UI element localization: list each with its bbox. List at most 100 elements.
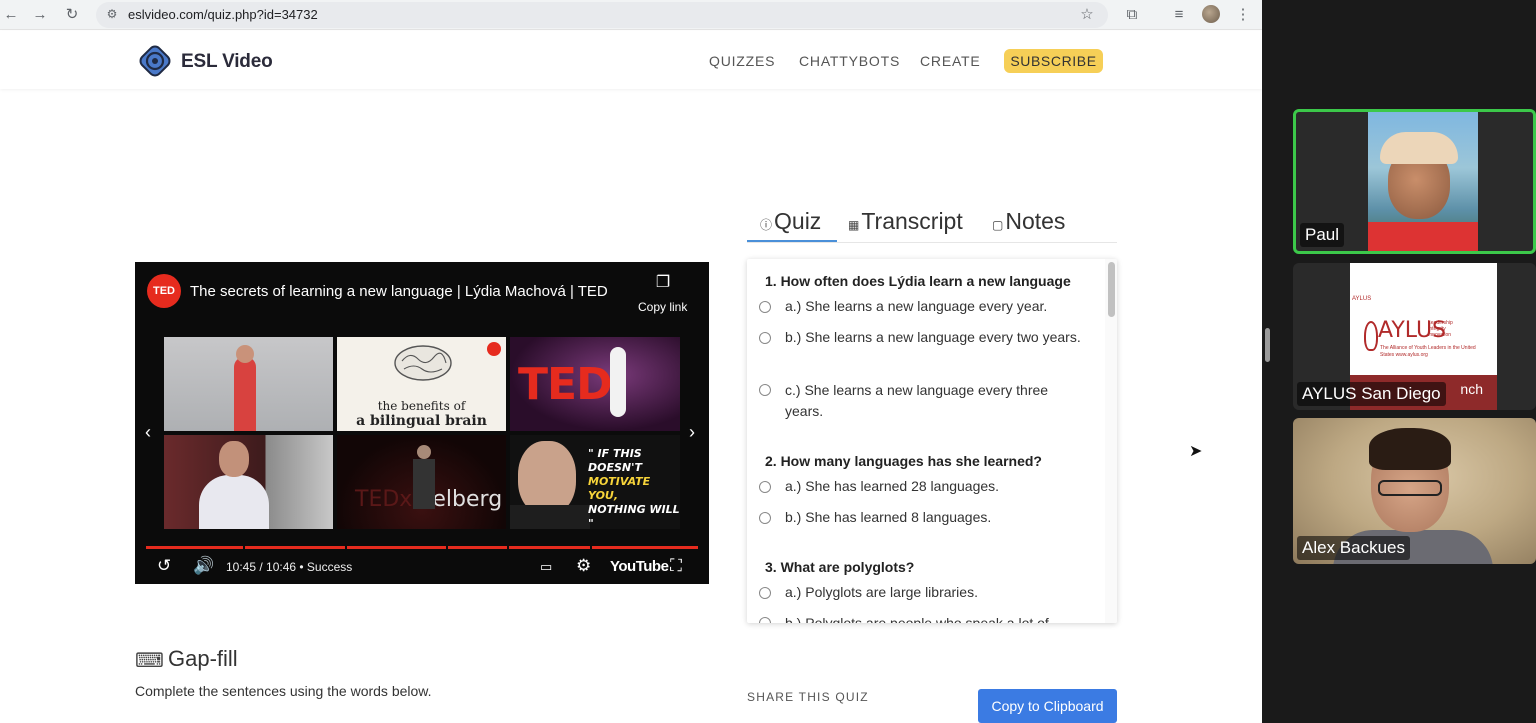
participant-tile-alex[interactable]: Alex Backues — [1293, 418, 1536, 564]
tab-transcript-label: Transcript — [861, 208, 963, 234]
suggested-video-thumbnail[interactable]: the benefits of a bilingual brain — [337, 337, 506, 431]
question-title: 3. What are polyglots? — [765, 559, 915, 575]
thumbnail-quote: " IF THIS DOESN'T MOTIVATE YOU, NOTHING … — [588, 447, 680, 529]
thumbnail-ted-logo: TED — [518, 359, 613, 410]
site-info-icon[interactable]: ⚙ — [104, 6, 120, 22]
note-icon: ▢ — [992, 218, 1004, 232]
suggested-video-thumbnail[interactable]: " IF THIS DOESN'T MOTIVATE YOU, NOTHING … — [510, 435, 680, 529]
participant-cap — [1380, 132, 1458, 164]
profile-avatar-icon[interactable] — [1202, 5, 1220, 23]
carousel-next-icon[interactable]: › — [689, 422, 695, 443]
tab-transcript[interactable]: ▦Transcript — [848, 208, 963, 235]
forward-arrow-icon[interactable]: → — [31, 6, 49, 24]
url-text[interactable]: eslvideo.com/quiz.php?id=34732 — [128, 7, 318, 22]
participant-shirt — [1368, 222, 1478, 251]
nav-create[interactable]: CREATE — [920, 53, 981, 69]
answer-radio[interactable] — [759, 481, 771, 493]
mouse-cursor-icon: ➤ — [1189, 443, 1203, 460]
aylus-banner-text: nch — [1460, 381, 1483, 397]
participant-name: AYLUS San Diego — [1297, 382, 1446, 406]
replay-icon[interactable]: ↺ — [157, 555, 171, 577]
brand-name[interactable]: ESL Video — [181, 51, 273, 73]
fullscreen-icon[interactable]: ⛶ — [670, 555, 682, 577]
site-header: ESL Video QUIZZES CHATTYBOTS CREATE SUBS… — [0, 31, 1262, 89]
nav-chattybots[interactable]: CHATTYBOTS — [799, 53, 900, 69]
book-icon: ▦ — [848, 218, 860, 232]
copy-to-clipboard-button[interactable]: Copy to Clipboard — [978, 689, 1117, 723]
thumbnail-quote-line: MOTIVATE YOU, — [588, 475, 651, 502]
glasses-icon — [1378, 480, 1442, 496]
bookmark-star-icon[interactable]: ☆ — [1077, 5, 1097, 25]
answer-radio[interactable] — [759, 332, 771, 344]
browser-toolbar: ← → ↻ ⚙ eslvideo.com/quiz.php?id=34732 ☆… — [0, 0, 1262, 30]
answer-option[interactable]: b.) Polyglots are people who speak a lot… — [785, 613, 1085, 623]
aylus-small-logo: AYLUS — [1352, 296, 1372, 302]
suggested-video-thumbnail[interactable]: TEDxidelberg — [337, 435, 506, 529]
esl-video-logo-icon[interactable] — [137, 43, 173, 79]
quiz-panel[interactable]: 1. How often does Lýdia learn a new lang… — [747, 259, 1117, 623]
answer-option[interactable]: b.) She has learned 8 languages. — [785, 507, 1085, 528]
help-circle-icon: ⓘ — [760, 218, 773, 232]
video-time: 10:45 / 10:46 • Success — [226, 560, 353, 574]
tab-quiz-label: Quiz — [774, 208, 822, 234]
participant-name: Alex Backues — [1297, 536, 1410, 560]
chapter-marker — [507, 546, 509, 549]
copy-link-icon[interactable]: ❐ — [654, 272, 672, 292]
suggested-video-thumbnail[interactable]: TED — [510, 337, 680, 431]
media-control-icon[interactable]: ≡ — [1169, 5, 1189, 25]
participant-hair — [1369, 428, 1451, 470]
participant-video — [1368, 112, 1478, 251]
answer-radio[interactable] — [759, 587, 771, 599]
video-progress-bar[interactable] — [146, 546, 698, 549]
browser-window: ← → ↻ ⚙ eslvideo.com/quiz.php?id=34732 ☆… — [0, 0, 1262, 723]
extensions-icon[interactable]: ⧉ — [1122, 5, 1142, 25]
answer-option[interactable]: a.) She learns a new language every year… — [785, 296, 1085, 317]
aylus-tagline: Leadership Integrity Innovation — [1428, 320, 1453, 338]
answer-option[interactable]: b.) She learns a new language every two … — [785, 327, 1085, 348]
participant-tile-paul[interactable]: Paul — [1293, 109, 1536, 254]
chapter-marker — [446, 546, 448, 549]
video-player[interactable]: TED The secrets of learning a new langua… — [135, 262, 709, 584]
channel-badge[interactable]: TED — [147, 274, 181, 308]
back-arrow-icon[interactable]: ← — [2, 6, 20, 24]
suggested-video-thumbnail[interactable] — [164, 435, 333, 529]
answer-radio[interactable] — [759, 301, 771, 313]
participant-name: Paul — [1300, 223, 1345, 247]
answer-radio[interactable] — [759, 384, 771, 396]
thumbnail-caption: the benefits of — [377, 399, 466, 413]
aylus-subtitle: The Alliance of Youth Leaders in the Uni… — [1380, 345, 1476, 358]
answer-option[interactable]: c.) She learns a new language every thre… — [785, 380, 1085, 422]
chapter-marker — [243, 546, 245, 549]
chapter-marker — [345, 546, 347, 549]
reload-icon[interactable]: ↻ — [63, 6, 81, 24]
split-view-handle[interactable] — [1265, 328, 1270, 362]
participant-tile-aylus[interactable]: AYLUS AYLUS Leadership Integrity Innovat… — [1293, 263, 1536, 410]
thumbnail-tedx-prefix: TEDx — [355, 487, 413, 512]
subscribe-button[interactable]: SUBSCRIBE — [1004, 49, 1103, 73]
copy-link-label[interactable]: Copy link — [638, 300, 687, 314]
youtube-logo[interactable]: YouTube — [610, 558, 669, 575]
chapter-marker — [590, 546, 592, 549]
share-label: SHARE THIS QUIZ — [747, 690, 869, 704]
answer-radio[interactable] — [759, 512, 771, 524]
tab-quiz[interactable]: ⓘQuiz — [760, 208, 821, 235]
carousel-prev-icon[interactable]: ‹ — [145, 422, 151, 443]
settings-gear-icon[interactable]: ⚙ — [576, 555, 591, 577]
answer-option[interactable]: a.) Polyglots are large libraries. — [785, 582, 1085, 603]
question-title: 1. How often does Lýdia learn a new lang… — [765, 273, 1071, 289]
gapfill-instructions: Complete the sentences using the words b… — [135, 683, 432, 699]
nav-quizzes[interactable]: QUIZZES — [709, 53, 775, 69]
tab-notes[interactable]: ▢Notes — [992, 208, 1065, 235]
volume-icon[interactable]: 🔊 — [193, 555, 214, 577]
answer-option[interactable]: a.) She has learned 28 languages. — [785, 476, 1085, 497]
answer-radio[interactable] — [759, 617, 771, 623]
thumbnail-caption: a bilingual brain — [356, 413, 487, 429]
menu-kebab-icon[interactable]: ⋮ — [1233, 5, 1253, 25]
suggested-video-thumbnail[interactable] — [164, 337, 333, 431]
video-title[interactable]: The secrets of learning a new language |… — [190, 283, 608, 300]
question-title: 2. How many languages has she learned? — [765, 453, 1042, 469]
quiz-scrollbar-thumb[interactable] — [1108, 262, 1115, 317]
tab-divider — [747, 242, 1117, 243]
keyboard-icon: ⌨ — [135, 650, 164, 672]
captions-icon[interactable]: ▭ — [540, 556, 552, 578]
